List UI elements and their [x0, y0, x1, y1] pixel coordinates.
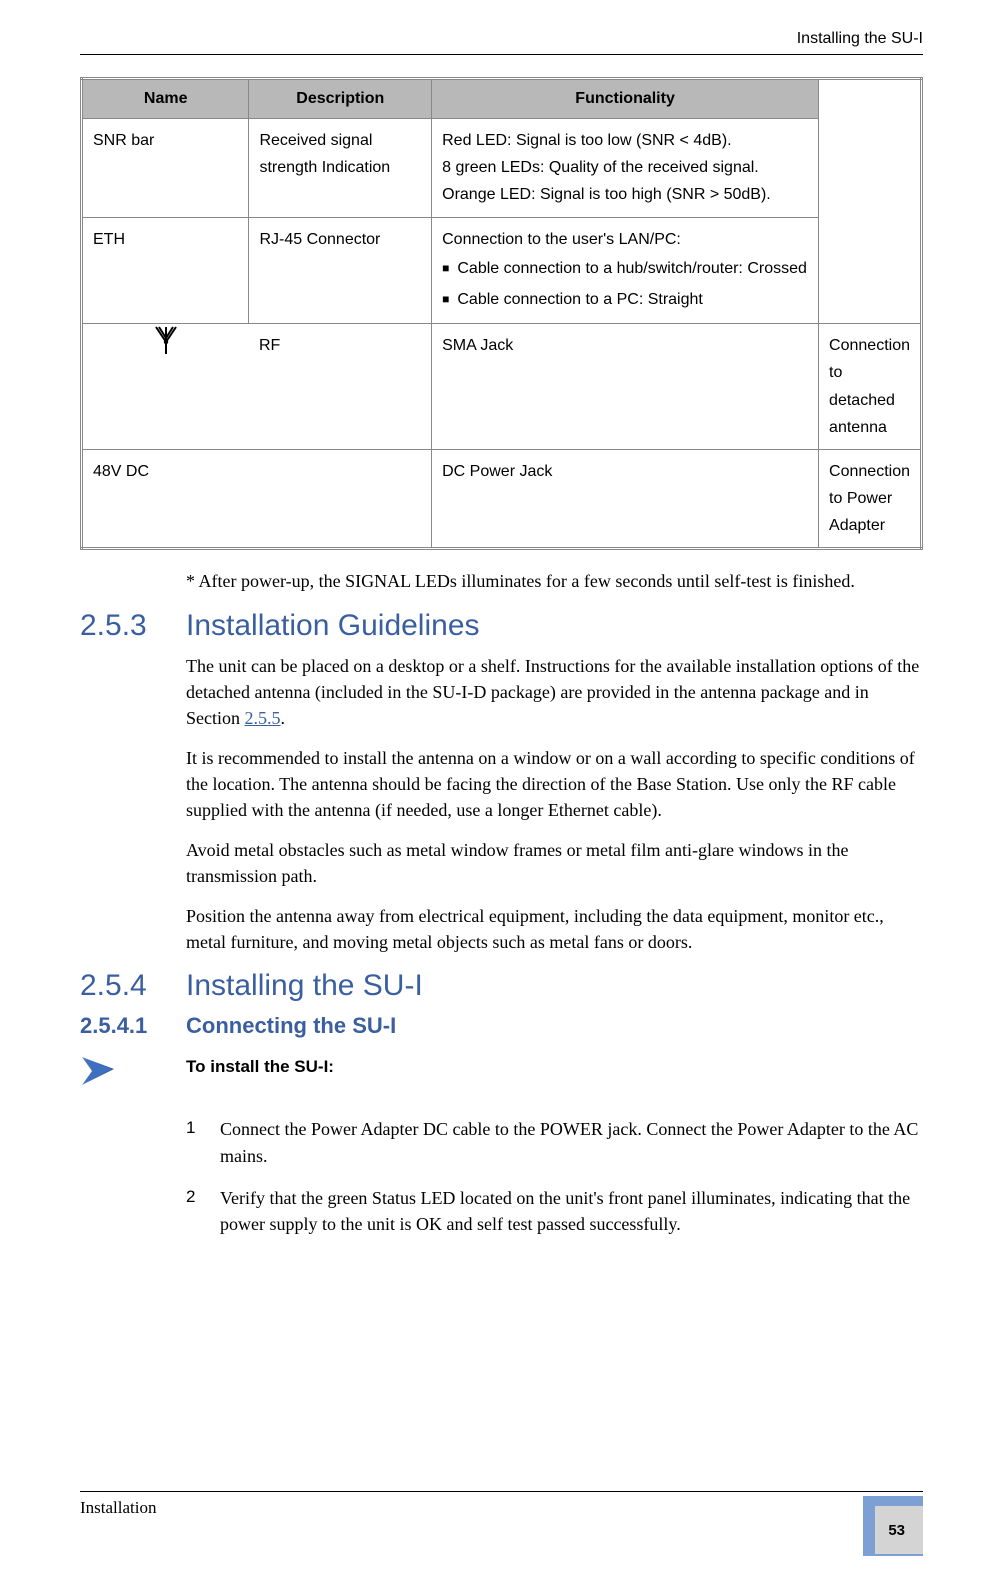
- procedure-step: Connect the Power Adapter DC cable to th…: [186, 1116, 923, 1168]
- page-number: 53: [888, 1522, 905, 1539]
- cell-name: SNR bar: [82, 119, 249, 218]
- cell-desc: Received signal strength Indication: [249, 119, 432, 218]
- table-row: SNR bar Received signal strength Indicat…: [82, 119, 922, 218]
- section-number: 2.5.3: [80, 609, 186, 643]
- cell-func: Connection to detached antenna: [819, 324, 922, 450]
- header-section-title: Installing the SU-I: [80, 30, 923, 55]
- th-desc: Description: [249, 79, 432, 119]
- func-line: Red LED: Signal is too low (SNR < 4dB).: [442, 127, 808, 154]
- table-row: 48V DC DC Power Jack Connection to Power…: [82, 449, 922, 549]
- section-title: Installation Guidelines: [186, 609, 480, 643]
- cell-func: Red LED: Signal is too low (SNR < 4dB). …: [432, 119, 819, 218]
- th-func: Functionality: [432, 79, 819, 119]
- func-line: 8 green LEDs: Quality of the received si…: [442, 154, 808, 181]
- procedure-label: To install the SU-I:: [186, 1051, 334, 1077]
- subsection-number: 2.5.4.1: [80, 1013, 186, 1039]
- section-title: Installing the SU-I: [186, 969, 423, 1003]
- procedure-step: Verify that the green Status LED located…: [186, 1185, 923, 1237]
- subsection-title: Connecting the SU-I: [186, 1013, 396, 1039]
- body-paragraph: Avoid metal obstacles such as metal wind…: [186, 837, 923, 889]
- cell-desc: RJ-45 Connector: [249, 217, 432, 324]
- procedure-arrow-icon: [80, 1051, 186, 1096]
- cell-func: Connection to the user's LAN/PC: Cable c…: [432, 217, 819, 324]
- text-run: The unit can be placed on a desktop or a…: [186, 656, 919, 728]
- antenna-icon: [152, 324, 180, 356]
- table-row: ETH RJ-45 Connector Connection to the us…: [82, 217, 922, 324]
- section-number: 2.5.4: [80, 969, 186, 1003]
- cell-desc: SMA Jack: [432, 324, 819, 450]
- body-paragraph: It is recommended to install the antenna…: [186, 745, 923, 823]
- footer-chapter: Installation: [80, 1496, 156, 1518]
- func-bullet: Cable connection to a PC: Straight: [442, 284, 808, 315]
- cell-desc: DC Power Jack: [432, 449, 819, 549]
- footnote-text: * After power-up, the SIGNAL LEDs illumi…: [186, 568, 923, 594]
- cross-reference-link[interactable]: 2.5.5: [245, 708, 281, 728]
- cell-name: ETH: [82, 217, 249, 324]
- antenna-icon-cell: [82, 324, 249, 450]
- table-row: RF SMA Jack Connection to detached anten…: [82, 324, 922, 450]
- cell-name: RF: [249, 324, 432, 450]
- func-intro: Connection to the user's LAN/PC:: [442, 226, 808, 253]
- func-bullet: Cable connection to a hub/switch/router:…: [442, 253, 808, 284]
- cell-name: 48V DC: [82, 449, 432, 549]
- text-run: .: [281, 708, 286, 728]
- page-footer: Installation 53: [80, 1491, 923, 1556]
- connector-table: Name Description Functionality SNR bar R…: [80, 77, 923, 550]
- body-paragraph: Position the antenna away from electrica…: [186, 903, 923, 955]
- cell-func: Connection to Power Adapter: [819, 449, 922, 549]
- body-paragraph: The unit can be placed on a desktop or a…: [186, 653, 923, 731]
- th-name: Name: [82, 79, 249, 119]
- func-line: Orange LED: Signal is too high (SNR > 50…: [442, 181, 808, 208]
